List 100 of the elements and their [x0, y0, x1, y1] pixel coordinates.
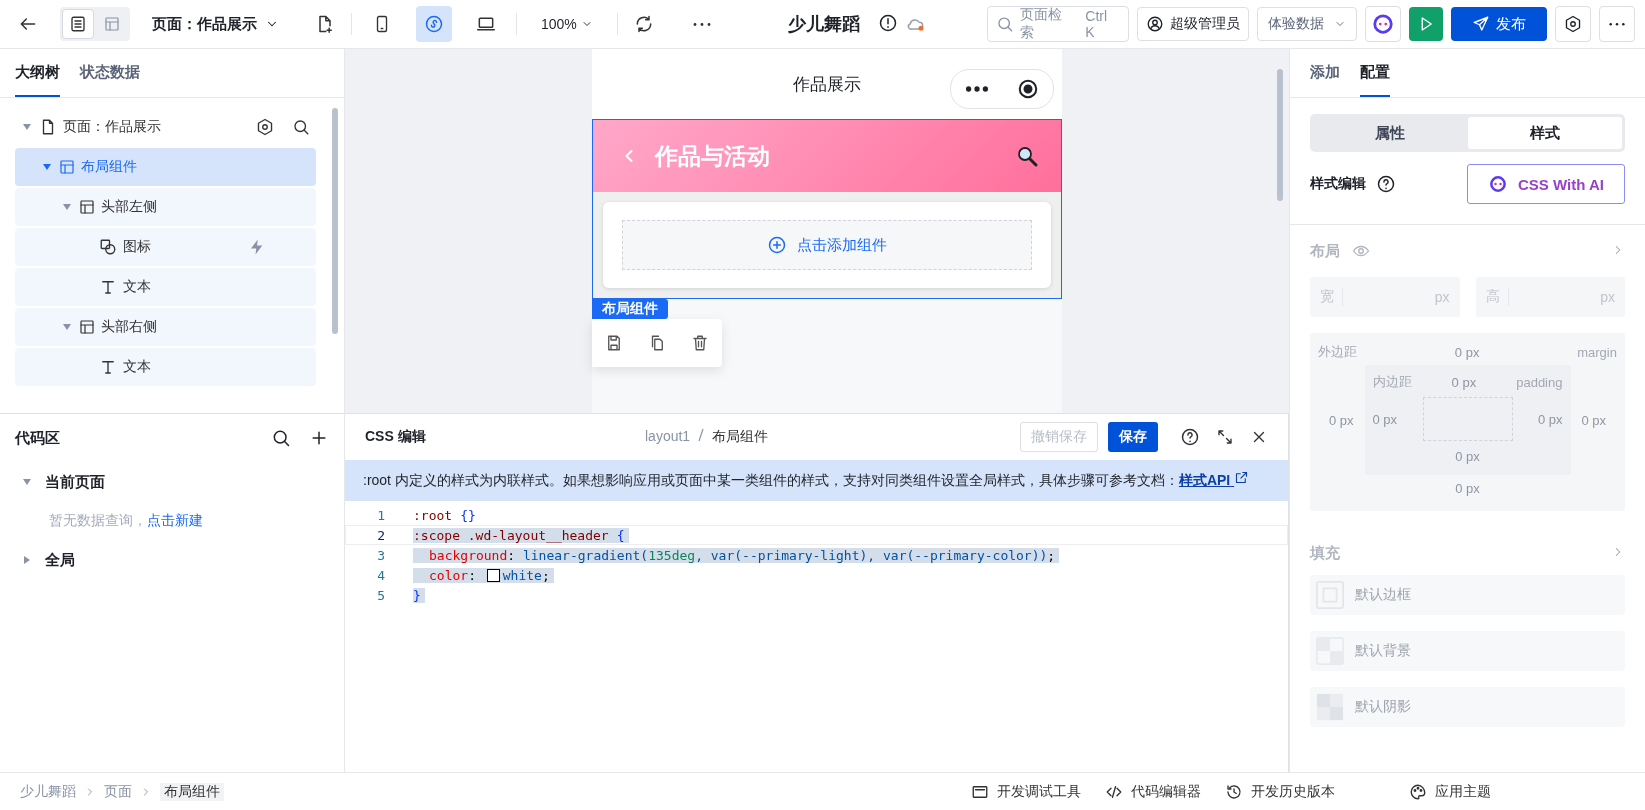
- view-mode-button[interactable]: [62, 9, 94, 39]
- panel-tab[interactable]: 状态数据: [80, 49, 140, 97]
- slash-icon: [698, 428, 705, 442]
- robot-icon: [1488, 174, 1508, 194]
- laptop-icon: [476, 14, 496, 34]
- code-group[interactable]: 全局: [15, 540, 329, 580]
- padding-label: 内边距: [1372, 373, 1412, 391]
- editor-title: CSS 编辑: [365, 428, 427, 446]
- panel-tab[interactable]: 大纲树: [15, 49, 60, 97]
- warning-icon: [877, 12, 898, 33]
- save-button[interactable]: 保存: [1108, 422, 1158, 452]
- layout-icon: [79, 199, 95, 215]
- tree-item[interactable]: 文本: [15, 268, 316, 306]
- settings-icon: [1564, 15, 1582, 33]
- publish-button[interactable]: 发布: [1451, 7, 1547, 41]
- add-component-button[interactable]: 点击添加组件: [622, 220, 1032, 270]
- line-number: 2: [376, 527, 386, 543]
- padding-label: padding: [1516, 374, 1563, 390]
- search-icon: [1015, 144, 1039, 168]
- breadcrumb-item[interactable]: 少儿舞蹈: [20, 782, 76, 801]
- search-icon: [996, 15, 1014, 33]
- layout-icon: [79, 319, 95, 335]
- line-number: 3: [376, 547, 386, 563]
- margin-label: 外边距: [1318, 343, 1357, 361]
- tree-item[interactable]: 头部左侧: [15, 188, 316, 226]
- caret-icon[interactable]: [23, 479, 31, 485]
- create-link[interactable]: 点击新建: [147, 512, 203, 530]
- more-icon: [1608, 21, 1626, 27]
- margin-label: margin: [1577, 344, 1617, 360]
- line-number: 1: [376, 507, 386, 523]
- line-number: 4: [376, 567, 386, 583]
- help-icon: [1180, 427, 1200, 447]
- expand-icon: [1216, 428, 1234, 446]
- user-button[interactable]: 超级管理员: [1137, 7, 1249, 41]
- history-icon: [1225, 782, 1243, 801]
- search-icon: [292, 118, 310, 136]
- tree-item[interactable]: 文本: [15, 348, 316, 386]
- app-title: 少儿舞蹈: [787, 13, 860, 36]
- more-icon: [691, 21, 712, 27]
- run-button[interactable]: [1409, 7, 1443, 41]
- caret-icon[interactable]: [63, 324, 71, 330]
- settings-button[interactable]: [1555, 6, 1591, 42]
- section-title: 代码区: [15, 428, 61, 448]
- search-icon: [271, 428, 291, 448]
- breadcrumb-item[interactable]: 布局组件: [160, 782, 224, 801]
- panel-tab[interactable]: 配置: [1360, 49, 1390, 97]
- page-selector[interactable]: 页面：作品展示: [152, 14, 279, 34]
- shapes-icon: [99, 238, 117, 256]
- layout-icon: [59, 159, 75, 175]
- caret-icon[interactable]: [43, 164, 51, 170]
- external-link-icon: [1234, 470, 1250, 485]
- document-icon: [69, 15, 87, 33]
- plus-circle-icon: [767, 235, 787, 255]
- panel-tab[interactable]: 添加: [1310, 49, 1340, 97]
- zoom-dropdown[interactable]: 100%: [525, 16, 609, 32]
- tool-button[interactable]: 代码编辑器: [1105, 782, 1201, 801]
- caret-icon[interactable]: [63, 204, 71, 210]
- code-group[interactable]: 当前页面: [15, 462, 329, 502]
- caret-icon[interactable]: [23, 124, 31, 130]
- code-line: :root {}: [413, 507, 477, 523]
- text-icon: [99, 278, 117, 296]
- selection-label: 布局组件: [592, 299, 668, 319]
- robot-icon: [1372, 13, 1394, 35]
- record-icon: [1017, 78, 1039, 100]
- section-title: 布局: [1310, 241, 1340, 261]
- trash-icon: [691, 334, 710, 352]
- text-icon: [99, 358, 117, 376]
- section-title: 样式编辑: [1310, 175, 1366, 193]
- tree-item[interactable]: 页面：作品展示: [15, 108, 316, 146]
- section-title: 填充: [1310, 543, 1340, 563]
- tool-button[interactable]: 开发历史版本: [1225, 782, 1335, 801]
- capsule-button[interactable]: [950, 69, 1054, 109]
- user-icon: [1146, 15, 1164, 33]
- line-number: 5: [376, 587, 386, 603]
- scrollbar[interactable]: [332, 108, 338, 334]
- checker-icon: [1315, 692, 1345, 722]
- segment-tab[interactable]: 属性: [1313, 117, 1468, 149]
- layout-icon: [104, 16, 120, 32]
- tool-button[interactable]: 开发调试工具: [971, 782, 1081, 801]
- theme-button[interactable]: 应用主题: [1375, 782, 1625, 801]
- send-icon: [1472, 15, 1490, 33]
- breadcrumb-item: 布局组件: [712, 428, 769, 446]
- info-notice: :root 内定义的样式为内联样式。如果想影响应用或页面中某一类组件的样式，支持对同类组件设置全局样式，具体步骤可参考文档：样式API: [345, 460, 1288, 501]
- empty-message: 暂无数据查询，: [49, 512, 147, 530]
- assistant-button[interactable]: [1365, 6, 1401, 42]
- help-icon: [1376, 174, 1396, 194]
- page-title: 作品展示: [793, 73, 861, 96]
- css-ai-button[interactable]: CSS With AI: [1467, 164, 1625, 204]
- tree-item[interactable]: 布局组件: [15, 148, 316, 186]
- mini-program-icon: [424, 14, 444, 34]
- caret-icon[interactable]: [24, 556, 30, 564]
- style-api-link[interactable]: 样式API: [1178, 472, 1250, 488]
- page-header: 作品与活动: [593, 120, 1061, 192]
- settings-icon: [256, 118, 274, 136]
- tree-item[interactable]: 头部右侧: [15, 308, 316, 346]
- palette-icon: [1409, 782, 1427, 801]
- segment-tab[interactable]: 样式: [1467, 117, 1622, 149]
- tree-item[interactable]: 图标: [15, 228, 316, 266]
- data-mode-dropdown[interactable]: 体验数据: [1257, 7, 1357, 41]
- scrollbar[interactable]: [1277, 69, 1283, 201]
